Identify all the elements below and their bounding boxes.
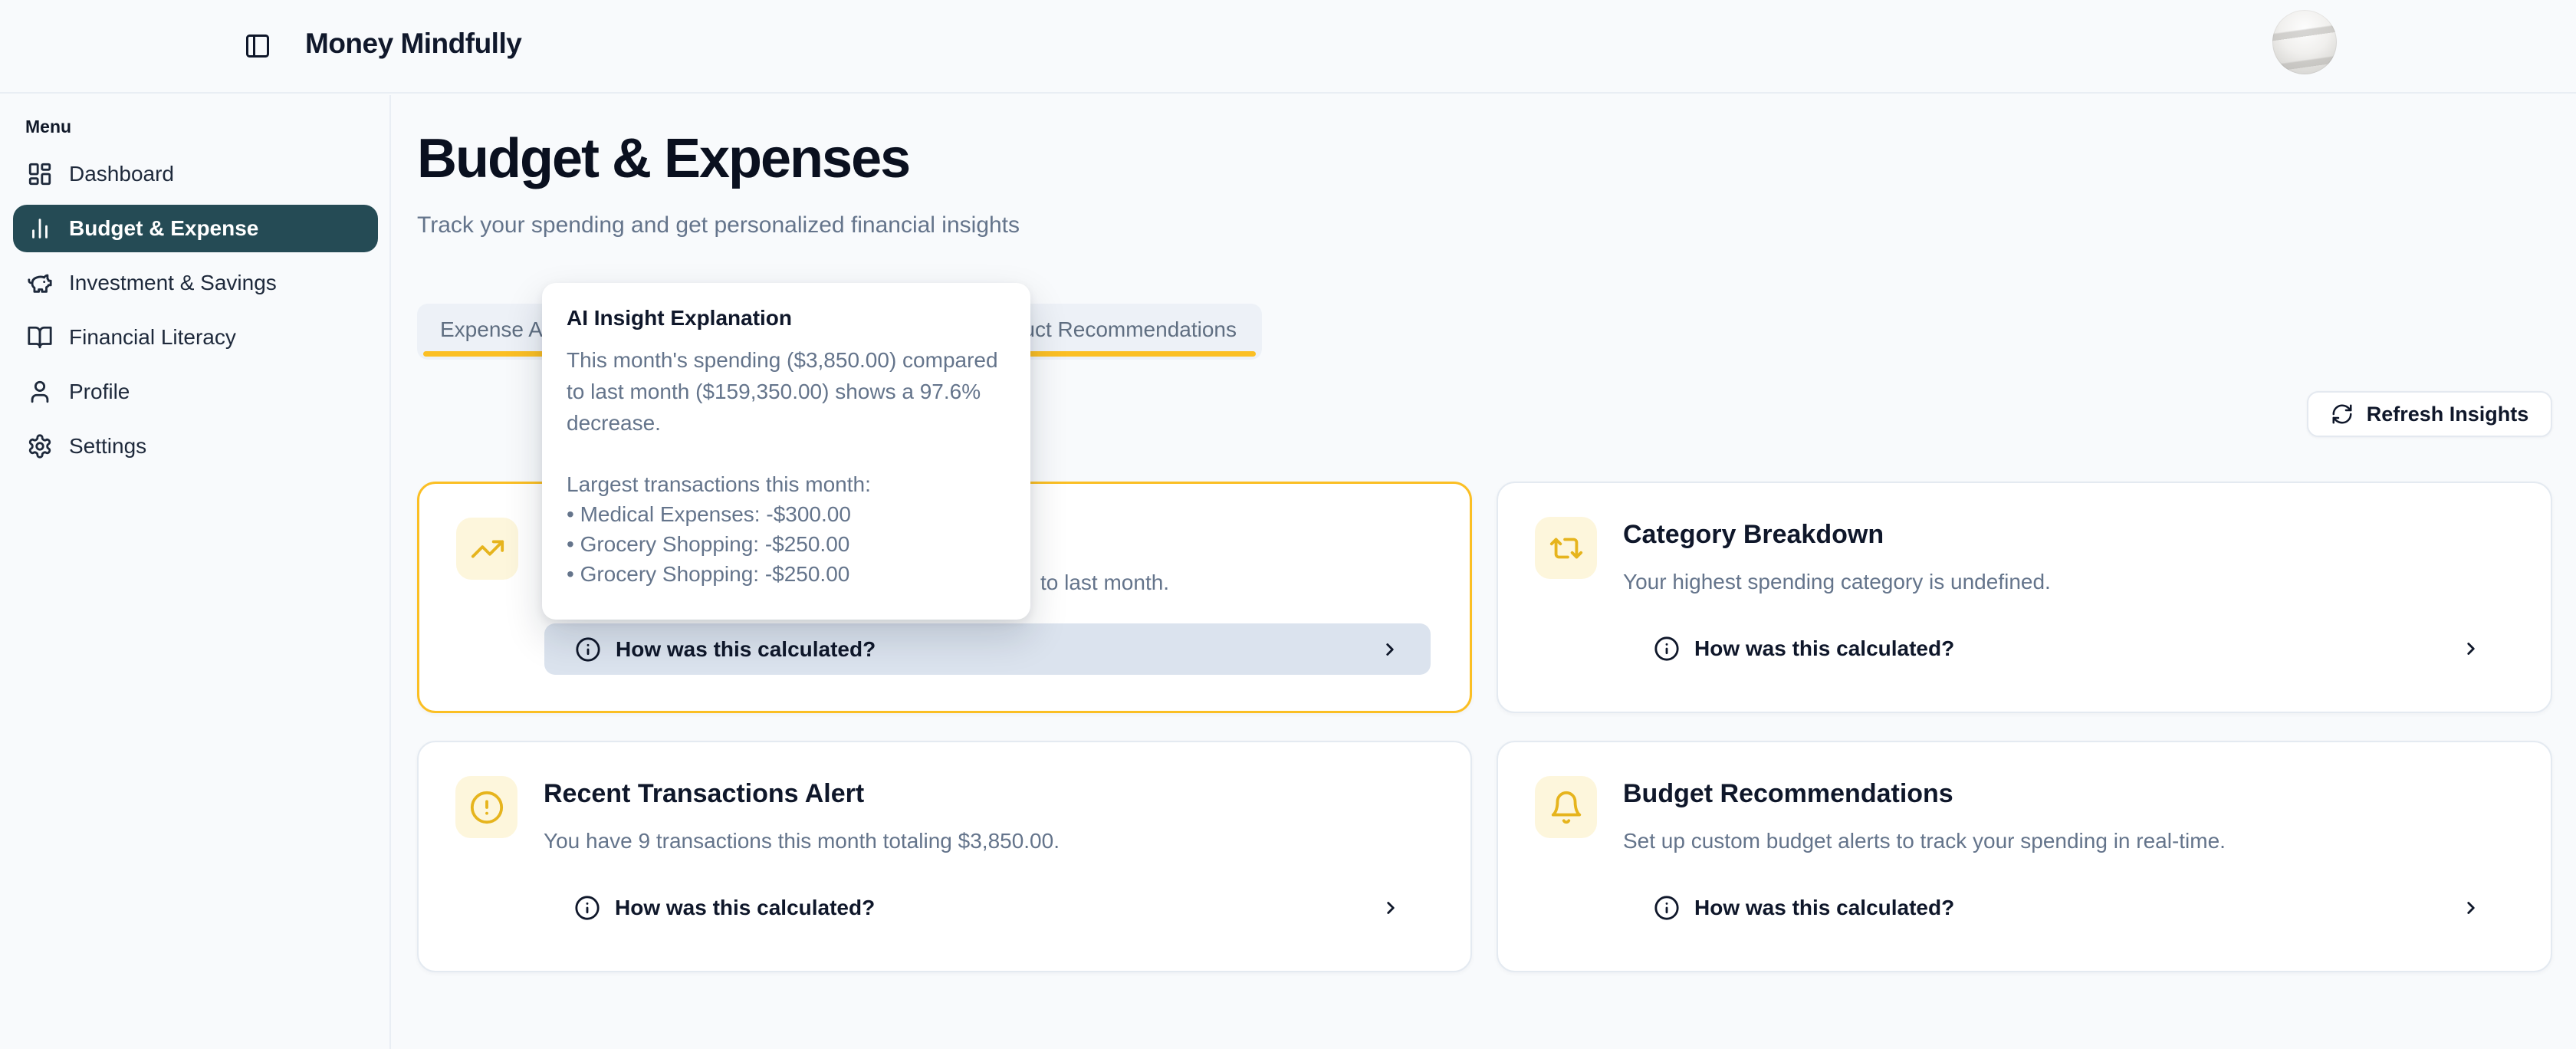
refresh-insights-button[interactable]: Refresh Insights xyxy=(2307,391,2552,437)
info-icon xyxy=(1654,895,1680,921)
how-calculated-label: How was this calculated? xyxy=(615,896,875,920)
card-description: to last month. xyxy=(1040,568,1169,597)
sidebar-item-budget-expense[interactable]: Budget & Expense xyxy=(13,205,378,252)
sidebar-item-profile[interactable]: Profile xyxy=(13,368,378,416)
popover-line: to last month ($159,350.00) shows a 97.6… xyxy=(567,376,1006,407)
sidebar-item-label: Settings xyxy=(69,434,146,459)
sidebar: Menu Dashboard Budget & Expense Investme… xyxy=(0,95,391,1049)
user-icon xyxy=(27,379,53,405)
gear-icon xyxy=(27,433,53,459)
how-calculated-button[interactable]: How was this calculated? xyxy=(1623,882,2512,933)
sidebar-item-label: Financial Literacy xyxy=(69,325,236,350)
card-title: Category Breakdown xyxy=(1623,520,1884,550)
popover-line: • Grocery Shopping: -$250.00 xyxy=(567,559,1006,589)
sidebar-item-settings[interactable]: Settings xyxy=(13,423,378,470)
page-title: Budget & Expenses xyxy=(417,126,909,192)
card-title: Budget Recommendations xyxy=(1623,779,1953,809)
sidebar-menu-label: Menu xyxy=(25,117,71,137)
how-calculated-button[interactable]: How was this calculated? xyxy=(1623,623,2512,674)
sidebar-item-label: Budget & Expense xyxy=(69,216,258,241)
chevron-right-icon xyxy=(2461,898,2481,918)
popover-paragraph: This month's spending ($3,850.00) compar… xyxy=(567,344,1006,439)
popover-line: This month's spending ($3,850.00) compar… xyxy=(567,344,1006,376)
card-title: Recent Transactions Alert xyxy=(544,779,864,809)
info-icon xyxy=(1654,636,1680,662)
dashboard-icon xyxy=(27,161,53,187)
page-subtitle: Track your spending and get personalized… xyxy=(417,209,1020,242)
popover-title: AI Insight Explanation xyxy=(567,306,1006,330)
sidebar-item-label: Investment & Savings xyxy=(69,271,277,295)
chevron-right-icon xyxy=(1380,640,1400,659)
chevron-right-icon xyxy=(2461,639,2481,659)
alert-circle-icon xyxy=(455,776,518,838)
card-description: Set up custom budget alerts to track you… xyxy=(1623,827,2226,856)
popover-line: Largest transactions this month: xyxy=(567,469,1006,499)
card-budget-recommendations: Budget Recommendations Set up custom bud… xyxy=(1497,741,2552,972)
sidebar-toggle-button[interactable] xyxy=(244,31,274,61)
sidebar-item-label: Profile xyxy=(69,380,130,404)
sidebar-item-dashboard[interactable]: Dashboard xyxy=(13,150,378,198)
app-header: Money Mindfully xyxy=(0,0,2576,94)
sidebar-item-financial-literacy[interactable]: Financial Literacy xyxy=(13,314,378,361)
book-open-icon xyxy=(27,324,53,350)
popover-line: • Grocery Shopping: -$250.00 xyxy=(567,529,1006,559)
bell-icon xyxy=(1535,776,1597,838)
ai-insight-popover: AI Insight Explanation This month's spen… xyxy=(542,283,1030,620)
popover-line: • Medical Expenses: -$300.00 xyxy=(567,499,1006,529)
card-description: Your highest spending category is undefi… xyxy=(1623,567,2051,597)
popover-line: decrease. xyxy=(567,407,1006,439)
how-calculated-label: How was this calculated? xyxy=(1694,896,1954,920)
repeat-icon xyxy=(1535,517,1597,579)
bar-chart-icon xyxy=(27,215,53,242)
panel-left-icon xyxy=(244,32,274,60)
how-calculated-button[interactable]: How was this calculated? xyxy=(544,623,1431,675)
user-avatar[interactable] xyxy=(2272,10,2337,74)
popover-transaction-list: Largest transactions this month: • Medic… xyxy=(567,469,1006,589)
app-title: Money Mindfully xyxy=(305,28,521,60)
how-calculated-button[interactable]: How was this calculated? xyxy=(544,882,1431,933)
chevron-right-icon xyxy=(1381,898,1401,918)
sidebar-nav: Dashboard Budget & Expense Investment & … xyxy=(13,150,378,477)
how-calculated-label: How was this calculated? xyxy=(616,637,876,662)
piggy-bank-icon xyxy=(27,270,53,296)
card-description: You have 9 transactions this month total… xyxy=(544,827,1060,856)
info-icon xyxy=(574,895,600,921)
sidebar-item-investment-savings[interactable]: Investment & Savings xyxy=(13,259,378,307)
refresh-insights-label: Refresh Insights xyxy=(2367,403,2529,426)
trending-up-icon xyxy=(456,518,518,580)
how-calculated-label: How was this calculated? xyxy=(1694,636,1954,661)
info-icon xyxy=(575,636,601,663)
card-recent-transactions-alert: Recent Transactions Alert You have 9 tra… xyxy=(417,741,1472,972)
sidebar-item-label: Dashboard xyxy=(69,162,174,186)
refresh-icon xyxy=(2331,403,2354,426)
card-category-breakdown: Category Breakdown Your highest spending… xyxy=(1497,482,2552,713)
